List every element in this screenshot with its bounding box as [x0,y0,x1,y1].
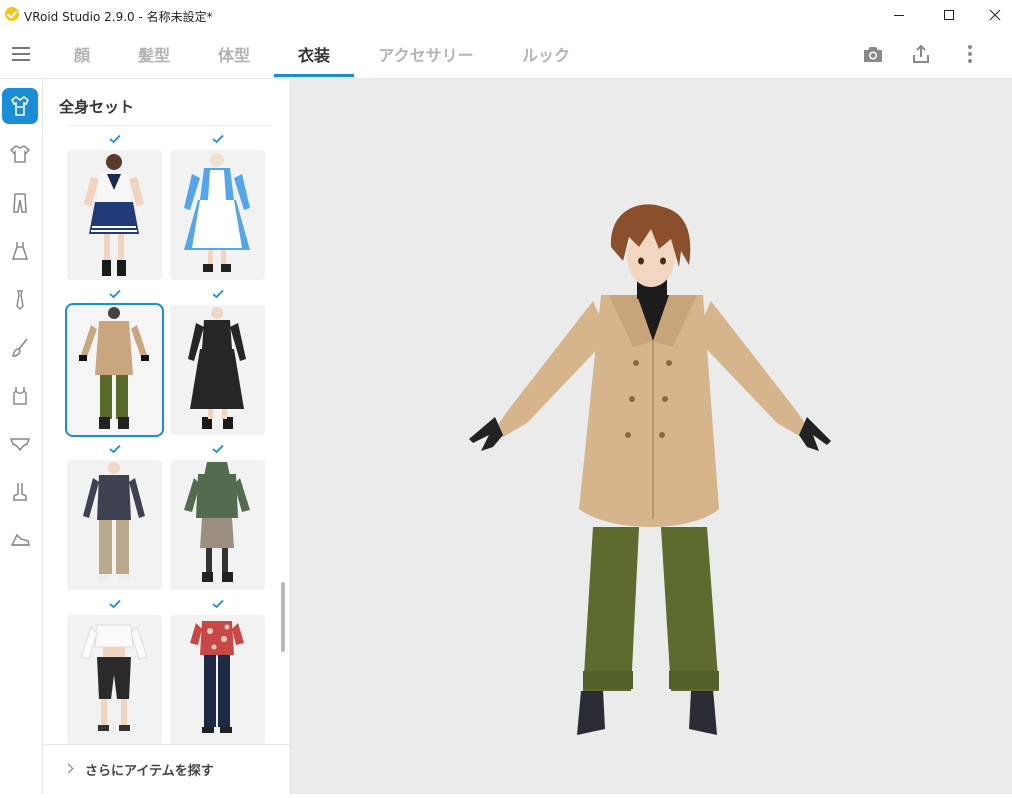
avatar-right-cuff [669,671,719,689]
onepiece-icon [11,242,29,260]
tab-body[interactable]: 体型 [208,30,260,78]
rail-item-shoes[interactable] [2,522,38,558]
avatar-left-shoe [577,689,605,735]
check-icon [212,444,224,454]
tab-face[interactable]: 顔 [62,30,102,78]
export-button[interactable] [909,42,933,66]
maximize-icon [944,10,954,20]
close-button[interactable] [972,0,1012,30]
find-more-items-link[interactable]: さらにアイテムを探す [43,744,290,795]
white-crop-top-outfit-thumbnail [80,624,148,731]
check-icon [212,599,224,609]
coat-button [633,360,639,366]
check-icon [109,599,121,609]
check-icon [212,289,224,299]
hamburger-icon-bar [12,59,30,61]
rail-item-underwear[interactable] [2,426,38,462]
app-logo-icon [5,7,19,21]
export-icon [913,44,929,63]
maid-dress-thumbnail [184,153,250,272]
rail-item-inner[interactable] [2,378,38,414]
category-rail [0,79,43,794]
avatar-left-glove [469,417,503,451]
hamburger-icon-bar [12,53,30,55]
avatar-model [469,204,831,735]
more-vert-icon [968,45,972,63]
tops-icon [10,145,30,163]
rail-item-socks[interactable] [2,474,38,510]
check-icon [109,289,121,299]
panel-title: 全身セット [59,98,135,116]
panel-scrollbar[interactable] [281,582,285,652]
chevron-right-icon [63,763,74,774]
full-set-icon [10,96,30,116]
outfit-card-black-long-dress[interactable] [170,305,265,435]
close-icon [989,9,1001,21]
avatar-left-eye [638,257,644,265]
outfit-card-white-crop-top-outfit[interactable] [67,615,162,744]
rail-item-tie[interactable] [2,282,38,318]
find-more-items-label: さらにアイテムを探す [85,764,214,779]
hamburger-icon [12,47,30,49]
rail-item-onepiece[interactable] [2,233,38,269]
item-grid: 全身セット [43,79,290,744]
coat-button [629,396,635,402]
check-icon [109,134,121,144]
avatar-right-leg [661,527,719,691]
panel-divider [67,125,272,126]
maximize-button[interactable] [926,0,972,30]
check-icon [212,134,224,144]
floral-shirt-jeans-thumbnail [190,621,244,733]
tab-hairstyle[interactable]: 髪型 [128,30,180,78]
shoes-icon [10,533,30,546]
avatar-left-leg [583,527,639,691]
more-button[interactable] [958,42,982,66]
trench-coat-thumbnail [79,307,149,429]
tab-accessory[interactable]: アクセサリー [372,30,480,78]
tab-outfit[interactable]: 衣装 [274,30,354,78]
coat-button [662,396,668,402]
minimize-icon [894,15,904,16]
minimize-button[interactable] [876,0,922,30]
outfit-card-floral-shirt-jeans[interactable] [170,615,265,744]
outfit-card-green-hoodie-skirt[interactable] [170,460,265,590]
rail-item-tops[interactable] [2,136,38,172]
avatar-left-cuff [583,671,633,689]
underwear-icon [9,438,31,452]
outfit-card-sailor-uniform[interactable] [67,150,162,280]
camera-icon [864,47,882,62]
outfit-card-dark-shirt-outfit[interactable] [67,460,162,590]
avatar-right-eye [660,257,666,265]
rail-item-brush[interactable] [2,330,38,366]
menu-button[interactable] [12,47,30,61]
camera-button[interactable] [861,42,885,66]
active-tab-indicator [274,74,354,77]
item-panel: 全身セット さらにアイテムを探す [43,79,291,794]
check-icon [109,444,121,454]
avatar-right-shoe [689,689,717,735]
main-tab-bar: 顔 髪型 体型 衣装 アクセサリー ルック [0,30,1012,79]
coat-button [666,360,672,366]
sailor-uniform-thumbnail [83,154,145,276]
avatar-right-arm [695,301,809,437]
window-title: VRoid Studio 2.9.0 - 名称未設定* [24,10,213,24]
outfit-card-maid-dress[interactable] [170,150,265,280]
tie-icon [16,290,24,310]
pants-icon [13,193,27,213]
inner-icon [13,387,27,405]
green-hoodie-skirt-thumbnail [184,462,250,582]
title-bar: VRoid Studio 2.9.0 - 名称未設定* [0,0,1012,30]
brush-icon [12,338,28,357]
socks-icon [13,483,27,501]
coat-button [659,432,665,438]
dark-shirt-outfit-thumbnail [83,462,145,582]
rail-item-full-set[interactable] [2,88,38,124]
rail-item-pants[interactable] [2,185,38,221]
outfit-card-trench-coat[interactable] [65,303,164,437]
model-viewport[interactable] [291,79,1012,794]
coat-button [625,432,631,438]
tab-look[interactable]: ルック [514,30,578,78]
black-long-dress-thumbnail [188,307,246,429]
